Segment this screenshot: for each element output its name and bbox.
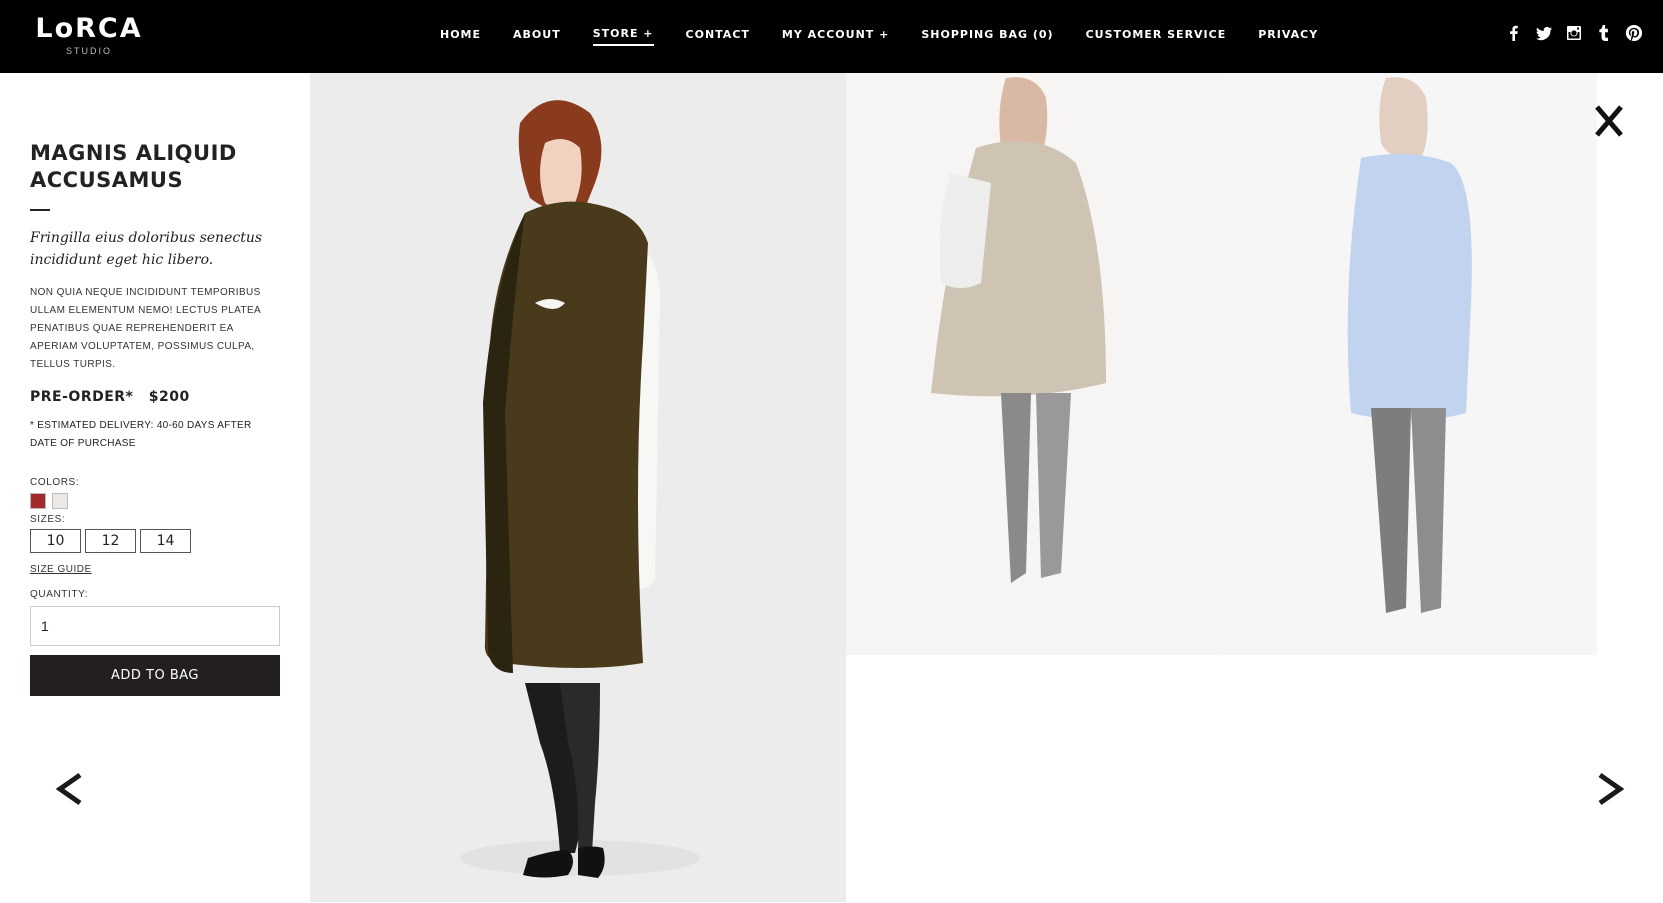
model-front-illustration [310,73,846,902]
price: $200 [148,389,190,405]
facebook-icon[interactable] [1505,24,1523,42]
nav-about[interactable]: ABOUT [513,24,561,45]
previous-arrow-icon[interactable] [54,771,84,807]
size-guide-link[interactable]: SIZE GUIDE [30,564,92,575]
size-options: 10 12 14 [30,529,280,553]
logo[interactable]: LoRCA STUDIO [29,13,149,57]
colors-label: COLORS: [30,477,80,488]
product-details: MAGNIS ALIQUID ACCUSAMUS Fringilla eius … [30,140,280,696]
nav-home[interactable]: HOME [440,24,481,45]
size-option-12[interactable]: 12 [85,529,136,553]
nav-shopping-bag[interactable]: SHOPPING BAG (0) [921,24,1053,45]
pinterest-icon[interactable] [1625,24,1643,42]
size-option-10[interactable]: 10 [30,529,81,553]
logo-name: LoRCA [35,13,143,44]
product-description: NON QUIA NEQUE INCIDIDUNT TEMPORIBUS ULL… [30,287,261,370]
delivery-note: * ESTIMATED DELIVERY: 40-60 DAYS AFTER D… [30,420,252,449]
quantity-input[interactable] [30,606,280,646]
product-title: MAGNIS ALIQUID ACCUSAMUS [30,141,237,192]
product-photo-main[interactable] [310,73,846,902]
instagram-icon[interactable] [1565,24,1583,42]
next-arrow-icon[interactable] [1596,771,1626,807]
nav-my-account[interactable]: MY ACCOUNT + [782,24,889,45]
preorder-label: PRE-ORDER* [30,389,134,405]
main-nav: HOME ABOUT STORE + CONTACT MY ACCOUNT + … [440,0,1350,69]
product-subtitle: Fringilla eius doloribus senectus incidi… [30,230,263,268]
size-option-14[interactable]: 14 [140,529,191,553]
sizes-label: SIZES: [30,514,66,525]
color-swatch-light[interactable] [52,493,68,509]
price-row: PRE-ORDER* $200 [30,389,280,405]
add-to-bag-button[interactable]: ADD TO BAG [30,655,280,696]
product-photo-shirt[interactable] [1221,73,1597,655]
model-shirt-illustration [1221,73,1597,655]
model-back-illustration [846,73,1221,655]
nav-store[interactable]: STORE + [592,23,654,46]
color-swatch-red[interactable] [30,493,46,509]
nav-privacy[interactable]: PRIVACY [1258,24,1318,45]
site-header: LoRCA STUDIO HOME ABOUT STORE + CONTACT … [0,0,1663,73]
color-swatches [30,493,280,509]
nav-customer-service[interactable]: CUSTOMER SERVICE [1086,24,1227,45]
product-photo-back[interactable] [846,73,1221,655]
logo-subtitle: STUDIO [65,46,112,56]
title-divider [30,209,50,211]
social-links [1505,24,1643,42]
tumblr-icon[interactable] [1595,24,1613,42]
close-icon[interactable] [1594,104,1624,138]
quantity-label: QUANTITY: [30,589,89,600]
twitter-icon[interactable] [1535,24,1553,42]
nav-contact[interactable]: CONTACT [686,24,750,45]
